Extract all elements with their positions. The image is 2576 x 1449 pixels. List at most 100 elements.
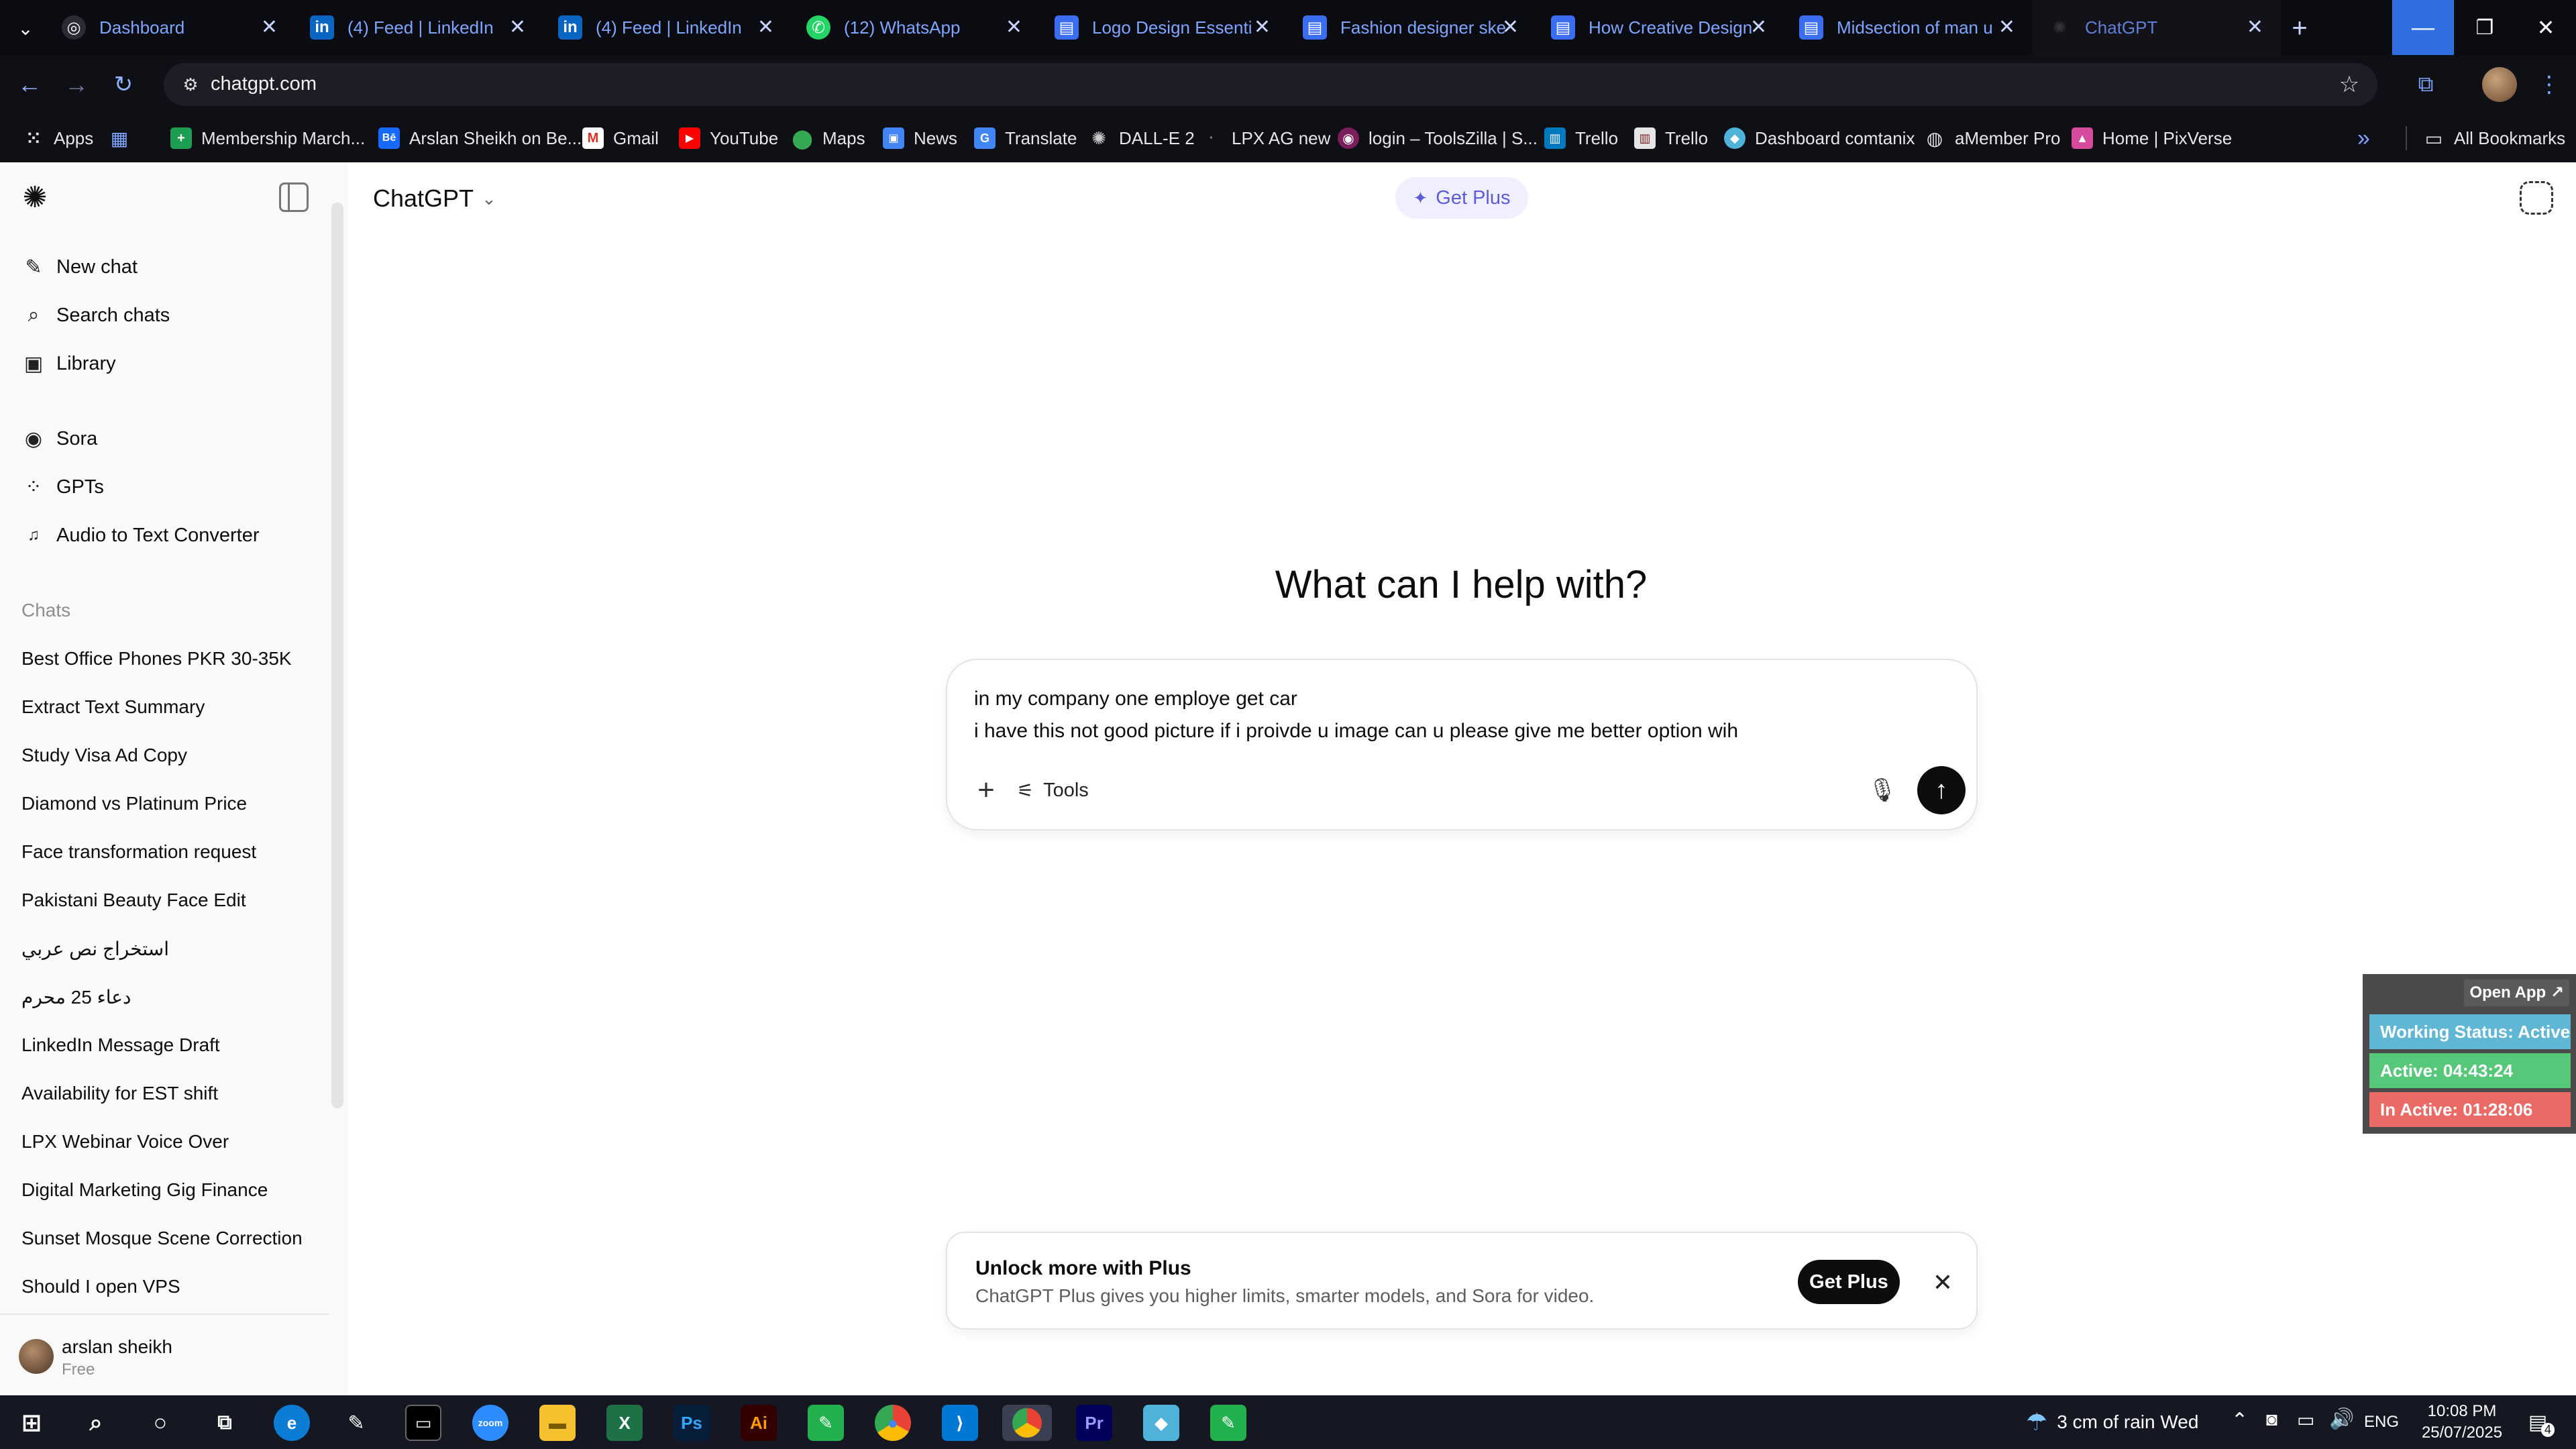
vscode-icon[interactable]: ⟩ (942, 1405, 978, 1441)
edge-icon[interactable]: e (274, 1405, 310, 1441)
bookmark-translate[interactable]: G Translate (974, 114, 1077, 162)
bookmark-behance[interactable]: Bē Arslan Sheikh on Be... (378, 114, 582, 162)
tab-chatgpt[interactable]: ✺ ChatGPT ✕ (2033, 0, 2281, 55)
tab-creative-design[interactable]: ▤ How Creative Design ✕ (1536, 0, 1784, 55)
forward-icon[interactable]: → (60, 68, 93, 101)
chrome-icon[interactable]: ● (875, 1405, 911, 1441)
chat-item[interactable]: دعاء 25 محرم (21, 986, 131, 1008)
bookmark-dashboard-comtanix[interactable]: ◆ Dashboard comtanix (1724, 114, 1915, 162)
tray-overflow-icon[interactable]: ⌃ (2231, 1409, 2248, 1432)
extensions-icon[interactable]: ⧉ (2410, 68, 2442, 101)
model-selector[interactable]: ChatGPT ⌄ (373, 182, 496, 215)
chat-item[interactable]: Should I open VPS (21, 1276, 180, 1297)
chrome-active-icon[interactable] (1002, 1405, 1052, 1441)
search-chats-button[interactable]: ⌕ Search chats (21, 295, 170, 335)
sidebar-scrollbar[interactable] (331, 203, 343, 1108)
tab-midsection[interactable]: ▤ Midsection of man u ✕ (1784, 0, 2033, 55)
site-info-icon[interactable]: ⚙ (178, 72, 203, 97)
microphone-icon[interactable]: 🎙 (1864, 771, 1901, 809)
chat-item[interactable]: استخراج نص عربي (21, 938, 169, 960)
gpts-button[interactable]: ⁘ GPTs (21, 467, 103, 507)
user-profile-button[interactable]: arslan sheikh Free (13, 1330, 329, 1383)
promo-get-plus-button[interactable]: Get Plus (1798, 1260, 1900, 1304)
bookmark-dalle[interactable]: ✺ DALL-E 2 (1088, 114, 1195, 162)
tab-whatsapp[interactable]: ✆ (12) WhatsApp ✕ (792, 0, 1040, 55)
tab-fashion-designer[interactable]: ▤ Fashion designer ske ✕ (1288, 0, 1536, 55)
bookmark-news[interactable]: ▣ News (883, 114, 957, 162)
bookmark-lpx[interactable]: · LPX AG new (1201, 114, 1331, 162)
new-tab-button[interactable]: + (2281, 9, 2318, 47)
meet-now-icon[interactable]: ◙ (2266, 1409, 2277, 1430)
temporary-chat-icon[interactable] (2520, 181, 2553, 215)
restore-window-button[interactable]: ❐ (2454, 0, 2516, 55)
close-tab-icon[interactable]: ✕ (757, 16, 774, 39)
bookmark-star-icon[interactable]: ☆ (2333, 68, 2365, 101)
back-icon[interactable]: ← (13, 68, 46, 101)
close-tab-icon[interactable]: ✕ (1006, 16, 1022, 39)
close-window-button[interactable]: ✕ (2516, 0, 2576, 55)
chat-item[interactable]: Digital Marketing Gig Finance (21, 1179, 268, 1201)
illustrator-icon[interactable]: Ai (741, 1405, 777, 1441)
chat-item[interactable]: Diamond vs Platinum Price (21, 793, 247, 814)
bookmark-maps[interactable]: ⬤ Maps (792, 114, 865, 162)
green-app-icon[interactable]: ✎ (808, 1405, 844, 1441)
send-button[interactable]: ↑ (1917, 766, 1966, 814)
chatgpt-logo-icon[interactable]: ✺ (19, 181, 51, 214)
tab-linkedin-1[interactable]: in (4) Feed | LinkedIn ✕ (295, 0, 543, 55)
clock[interactable]: 10:08 PM 25/07/2025 (2415, 1401, 2509, 1444)
tab-dashboard[interactable]: ◎ Dashboard ✕ (47, 0, 295, 55)
weather-widget[interactable]: ☂ 3 cm of rain Wed (2026, 1395, 2198, 1449)
attach-plus-button[interactable]: + (966, 770, 1006, 810)
sora-button[interactable]: ◉ Sora (21, 419, 97, 459)
bookmark-amember[interactable]: ◍ aMember Pro (1924, 114, 2061, 162)
close-tab-icon[interactable]: ✕ (1998, 16, 2015, 39)
file-explorer-icon[interactable]: ▬ (539, 1405, 576, 1441)
address-bar[interactable]: ⚙ chatgpt.com ☆ (164, 63, 2377, 106)
bookmark-pixverse[interactable]: ▲ Home | PixVerse (2072, 114, 2232, 162)
bookmark-gmail[interactable]: M Gmail (582, 114, 659, 162)
reload-icon[interactable]: ↻ (107, 68, 140, 101)
excel-icon[interactable]: X (606, 1405, 643, 1441)
photoshop-icon[interactable]: Ps (674, 1405, 710, 1441)
tab-groups-icon[interactable]: ▦ (109, 114, 130, 162)
minimize-window-button[interactable]: — (2392, 0, 2454, 55)
close-promo-icon[interactable]: ✕ (1924, 1264, 1962, 1301)
green-app-2-icon[interactable]: ✎ (1210, 1405, 1246, 1441)
library-button[interactable]: ▣ Library (21, 343, 116, 384)
tab-search-button[interactable]: ⌄ (9, 12, 42, 44)
close-tab-icon[interactable]: ✕ (1502, 16, 1519, 39)
bookmark-toolszilla[interactable]: ◉ login – ToolsZilla | S... (1338, 114, 1538, 162)
close-tab-icon[interactable]: ✕ (1254, 16, 1271, 39)
new-chat-button[interactable]: ✎ New chat (21, 247, 137, 287)
all-bookmarks-folder[interactable]: ▭ All Bookmarks (2423, 114, 2565, 162)
chat-item[interactable]: Face transformation request (21, 841, 256, 863)
tools-button[interactable]: ⚟ Tools (1017, 773, 1089, 808)
network-icon[interactable]: ▭ (2297, 1409, 2314, 1431)
bookmark-apps[interactable]: ⁙ Apps (23, 114, 93, 162)
pen-tool-icon[interactable]: ✎ (338, 1405, 374, 1441)
chat-item[interactable]: Best Office Phones PKR 30-35K (21, 648, 292, 669)
zoom-icon[interactable]: zoom (472, 1405, 508, 1441)
chat-item[interactable]: Availability for EST shift (21, 1083, 218, 1104)
close-tab-icon[interactable]: ✕ (509, 16, 526, 39)
browser-menu-icon[interactable]: ⋮ (2536, 68, 2563, 101)
search-icon[interactable]: ⌕ (78, 1405, 114, 1441)
bookmark-youtube[interactable]: ▶ YouTube (679, 114, 778, 162)
tab-logo-design[interactable]: ▤ Logo Design Essenti ✕ (1040, 0, 1288, 55)
chat-item[interactable]: LinkedIn Message Draft (21, 1034, 220, 1056)
blue-app-icon[interactable]: ◆ (1143, 1405, 1179, 1441)
audio-to-text-gpt[interactable]: ♫ Audio to Text Converter (21, 515, 260, 555)
open-app-link[interactable]: Open App ↗ (2464, 979, 2569, 1006)
bookmark-trello-2[interactable]: ▥ Trello (1634, 114, 1708, 162)
cortana-icon[interactable]: ○ (142, 1405, 178, 1441)
windows-start-icon[interactable]: ⊞ (13, 1405, 50, 1441)
premiere-icon[interactable]: Pr (1076, 1405, 1112, 1441)
close-tab-icon[interactable]: ✕ (261, 16, 278, 39)
profile-avatar[interactable] (2482, 67, 2517, 102)
get-plus-top-button[interactable]: ✦ Get Plus (1395, 177, 1528, 219)
terminal-icon[interactable]: ▭ (405, 1405, 441, 1441)
close-tab-icon[interactable]: ✕ (1750, 16, 1767, 39)
chat-item[interactable]: Study Visa Ad Copy (21, 745, 187, 766)
chat-item[interactable]: LPX Webinar Voice Over (21, 1131, 229, 1152)
tab-linkedin-2[interactable]: in (4) Feed | LinkedIn ✕ (543, 0, 792, 55)
